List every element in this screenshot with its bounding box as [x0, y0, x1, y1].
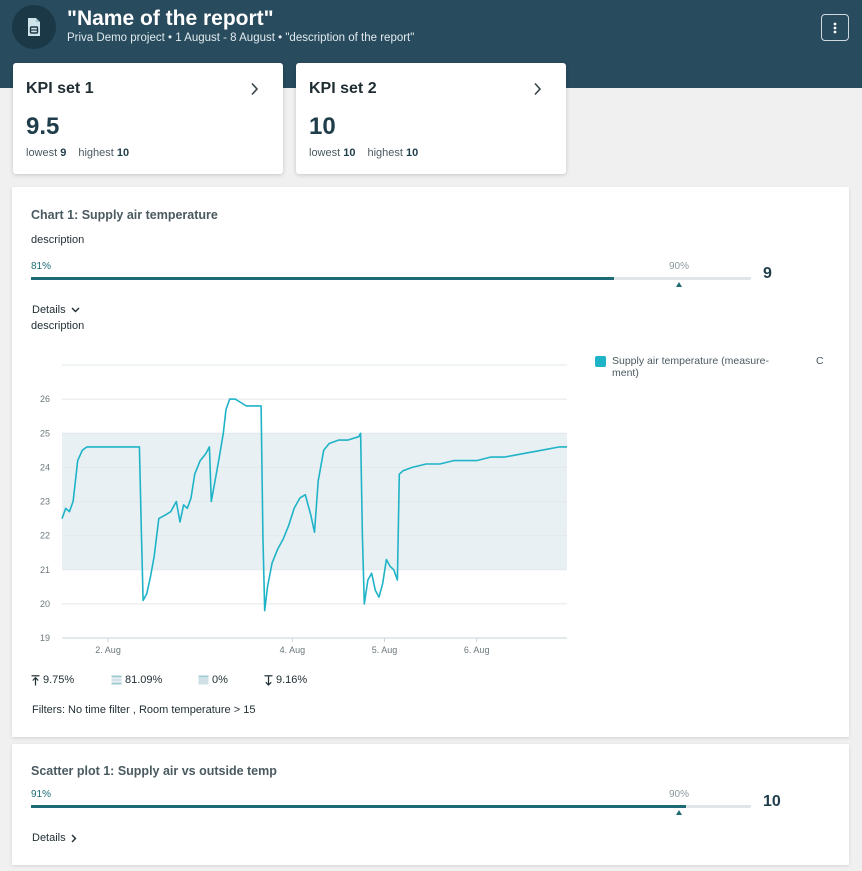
- progress-value-label: 91%: [31, 789, 52, 800]
- kpi-value: 10: [309, 113, 336, 140]
- y-tick-label: 20: [40, 599, 50, 609]
- target-marker: [676, 810, 682, 815]
- chart-title: Chart 1: Supply air temperature: [31, 208, 218, 222]
- line-chart[interactable]: 19 20 21 22 23 24 25 26 2. Aug 4. Aug 5. Aug 6. Aug: [12, 345, 572, 655]
- highest-value: 10: [116, 147, 130, 159]
- progress-target-label: 90%: [669, 789, 690, 800]
- highest-value: 10: [406, 147, 419, 159]
- report-subtitle: Priva Demo project • 1 August - 8 August…: [67, 32, 415, 44]
- highest-label: highest: [367, 147, 403, 159]
- lowest-value: 10: [343, 147, 356, 159]
- more-menu-button[interactable]: [821, 14, 849, 41]
- details-label: Details: [32, 304, 66, 316]
- chevron-right-icon[interactable]: [533, 82, 542, 96]
- y-tick-label: 26: [40, 394, 50, 404]
- progress-score: 9: [763, 265, 772, 282]
- stat-above-value: 9.75%: [43, 674, 75, 686]
- progress-value-label: 81%: [31, 261, 52, 272]
- more-vertical-icon: [833, 22, 837, 33]
- report-title: "Name of the report": [67, 7, 274, 30]
- kpi-range: lowest 9 highest 10: [26, 147, 129, 159]
- legend-unit: C: [816, 355, 824, 367]
- legend-label: Supply air temperature (measure-ment): [612, 355, 769, 379]
- arrow-down-icon: [264, 674, 273, 686]
- stat-within-value: 81.09%: [125, 674, 163, 686]
- legend-swatch: [595, 356, 606, 367]
- chart-panel: Chart 1: Supply air temperature descript…: [12, 187, 849, 737]
- within-range-icon: [111, 675, 122, 685]
- lowest-label: lowest: [309, 147, 341, 159]
- y-tick-label: 21: [40, 565, 50, 575]
- x-tick-label: 2. Aug: [95, 645, 121, 655]
- y-tick-label: 24: [40, 462, 50, 472]
- progress-target-label: 90%: [669, 261, 690, 272]
- kpi-value: 9.5: [26, 113, 60, 140]
- details-toggle[interactable]: Details: [32, 304, 80, 316]
- stat-missing: 0%: [198, 674, 228, 686]
- chevron-right-icon: [71, 834, 77, 842]
- chevron-down-icon: [71, 307, 80, 313]
- kpi-title: KPI set 2: [309, 80, 377, 97]
- progress-bar-fill: [31, 805, 687, 808]
- details-label: Details: [32, 832, 66, 844]
- filters-text: Filters: No time filter , Room temperatu…: [32, 704, 256, 716]
- progress-bar: [31, 277, 751, 280]
- lowest-value: 9: [60, 147, 67, 159]
- progress-bar: [31, 805, 751, 808]
- stat-below: 9.16%: [264, 674, 307, 686]
- chart-description: description: [31, 234, 85, 246]
- y-tick-label: 19: [40, 633, 50, 643]
- lowest-label: lowest: [26, 147, 58, 159]
- y-tick-label: 25: [40, 428, 50, 438]
- scatter-panel: Scatter plot 1: Supply air vs outside te…: [12, 744, 849, 865]
- stat-missing-value: 0%: [212, 674, 228, 686]
- x-tick-label: 4. Aug: [280, 645, 306, 655]
- y-tick-label: 22: [40, 531, 50, 541]
- progress-score: 10: [763, 793, 781, 810]
- stat-above: 9.75%: [31, 674, 74, 686]
- progress-bar-fill: [31, 277, 615, 280]
- x-tick-label: 6. Aug: [464, 645, 490, 655]
- stat-below-value: 9.16%: [276, 674, 308, 686]
- missing-data-icon: [198, 675, 209, 685]
- kpi-title: KPI set 1: [26, 80, 94, 97]
- target-marker: [676, 282, 682, 287]
- x-tick-label: 5. Aug: [372, 645, 398, 655]
- kpi-card-2[interactable]: KPI set 2 10 lowest 10 highest 10: [296, 63, 566, 174]
- report-icon: [12, 5, 56, 49]
- scatter-title: Scatter plot 1: Supply air vs outside te…: [31, 764, 277, 778]
- kpi-card-1[interactable]: KPI set 1 9.5 lowest 9 highest 10: [13, 63, 283, 174]
- highest-label: highest: [78, 147, 114, 159]
- details-toggle[interactable]: Details: [32, 832, 77, 844]
- y-tick-label: 23: [40, 497, 50, 507]
- arrow-up-icon: [31, 674, 40, 685]
- chevron-right-icon[interactable]: [250, 82, 259, 96]
- details-description: description: [31, 320, 85, 332]
- kpi-range: lowest 10 highest 10: [309, 147, 418, 159]
- stat-within: 81.09%: [111, 674, 162, 686]
